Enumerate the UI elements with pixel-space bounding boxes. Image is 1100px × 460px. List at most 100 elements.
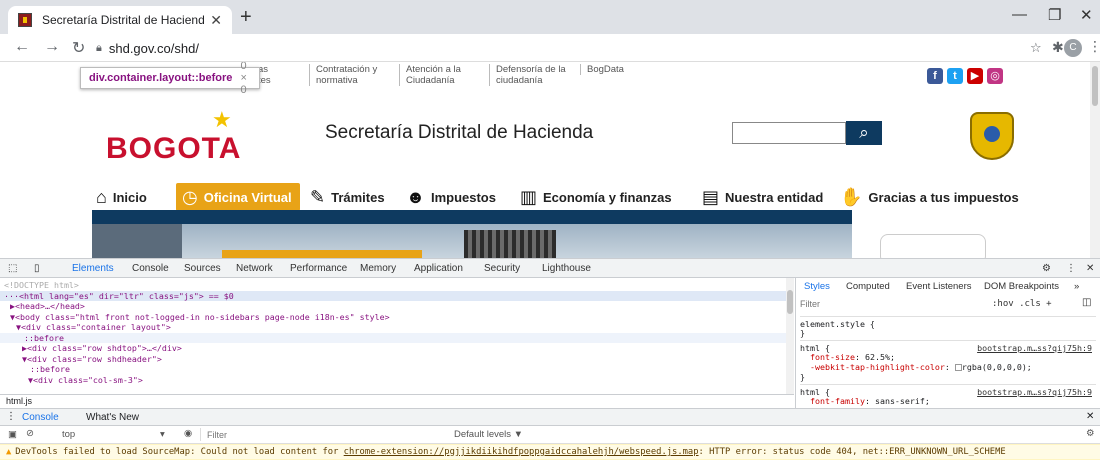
search-input[interactable] <box>732 122 846 144</box>
dom-line[interactable]: ▼<div class="row shdheader"> <box>0 354 786 365</box>
nav-gracias[interactable]: ✋ Gracias a tus impuestos <box>840 183 1019 211</box>
hero-banner[interactable] <box>92 210 852 258</box>
dom-line[interactable]: ▼<body class="html front not-logged-in n… <box>0 312 786 323</box>
sidebar-toggle-icon[interactable]: ▣ <box>8 429 17 440</box>
inspect-icon[interactable]: ⬚ <box>8 263 17 274</box>
nav-impuestos[interactable]: ☻ Impuestos <box>406 183 496 211</box>
window-close-icon[interactable]: ✕ <box>1080 6 1093 24</box>
drawer-tab-console[interactable]: Console <box>22 412 59 423</box>
instagram-icon[interactable]: ◎ <box>987 68 1003 84</box>
page-scrollbar[interactable] <box>1090 62 1100 258</box>
dom-line[interactable]: ▼<div class="container layout"> <box>0 322 786 333</box>
warning-link[interactable]: chrome-extension://pgjjikdiikihdfpoppgai… <box>344 447 699 457</box>
dom-line[interactable]: ▼<div class="col-sm-3"> <box>0 375 786 386</box>
eye-icon[interactable]: ◉ <box>184 428 192 439</box>
menu-icon[interactable]: ⋮ <box>1088 38 1100 55</box>
browser-tab[interactable]: Secretaría Distrital de Hacienda ✕ <box>8 6 232 34</box>
more-icon[interactable]: ⋮ <box>1066 263 1076 274</box>
tab-memory[interactable]: Memory <box>360 263 396 274</box>
more-tabs-button[interactable]: » <box>1074 281 1079 292</box>
side-widget[interactable] <box>880 234 986 258</box>
console-toolbar: ▣ ⊘ top ▾ ◉ Default levels ▼ ⚙ <box>0 426 1100 444</box>
elements-scrollbar[interactable] <box>786 278 794 394</box>
context-selector[interactable]: top <box>62 429 75 440</box>
reload-icon[interactable]: ↻ <box>72 38 85 58</box>
elements-scroll-thumb[interactable] <box>787 290 793 314</box>
console-filter-input[interactable] <box>200 428 440 441</box>
maximize-icon[interactable]: ❐ <box>1048 6 1061 24</box>
styles-filter-input[interactable] <box>800 297 980 311</box>
drawer-tab-whats-new[interactable]: What's New <box>86 412 139 423</box>
style-property[interactable]: font-size: 62.5%; <box>800 352 1096 362</box>
inspect-tooltip: div.container.layout::before 0 × 0 <box>80 62 260 96</box>
dom-line-hovered[interactable]: ::before <box>0 332 786 343</box>
tab-elements[interactable]: Elements <box>72 263 114 274</box>
tab-strip: Secretaría Distrital de Hacienda ✕ + — ❐… <box>0 0 1100 34</box>
device-toggle-icon[interactable]: ▯ <box>34 263 40 274</box>
log-levels-dropdown[interactable]: Default levels ▼ <box>454 429 523 440</box>
drawer-close-icon[interactable]: ✕ <box>1086 411 1094 422</box>
twitter-icon[interactable]: t <box>947 68 963 84</box>
nav-nuestra-entidad[interactable]: ▤ Nuestra entidad <box>702 183 823 211</box>
nav-oficina-virtual[interactable]: ◷ Oficina Virtual <box>176 183 300 211</box>
top-link-defensoria[interactable]: Defensoría de la ciudadanía <box>489 64 566 86</box>
file-icon: ▤ <box>702 186 720 207</box>
search-icon[interactable]: ⌕ <box>846 121 882 145</box>
new-tab-button[interactable]: + <box>240 6 252 28</box>
bogota-logo[interactable]: BOGOTA <box>106 132 241 166</box>
thumbs-up-icon: ✋ <box>840 186 863 207</box>
back-icon[interactable]: ← <box>14 38 30 56</box>
dom-breadcrumb[interactable]: html.js <box>0 394 794 408</box>
coat-of-arms-icon <box>970 112 1014 160</box>
star-icon[interactable]: ☆ <box>1030 40 1042 56</box>
tab-performance[interactable]: Performance <box>290 263 347 274</box>
nav-inicio[interactable]: ⌂ Inicio <box>96 183 147 211</box>
style-property[interactable]: -webkit-tap-highlight-color: rgba(0,0,0,… <box>800 362 1096 372</box>
style-property[interactable]: font-family: sans-serif; <box>800 396 1096 406</box>
console-settings-icon[interactable]: ⚙ <box>1086 428 1095 439</box>
top-link-contratacion[interactable]: Contratación y normativa <box>309 64 377 86</box>
minimize-icon[interactable]: — <box>1012 6 1027 23</box>
toggle-sidebar-icon[interactable]: ◫ <box>1082 297 1091 308</box>
nav-tramites[interactable]: ✎ Trámites <box>310 183 385 211</box>
dom-line[interactable]: ::before <box>0 364 786 375</box>
dom-line[interactable]: <!DOCTYPE html> <box>0 280 786 291</box>
color-swatch-icon[interactable] <box>954 364 962 371</box>
tab-network[interactable]: Network <box>236 263 273 274</box>
styles-filter-tools[interactable]: :hov .cls + <box>992 299 1052 309</box>
nav-economia[interactable]: ▥ Economía y finanzas <box>520 183 672 211</box>
settings-icon[interactable]: ⚙ <box>1042 263 1051 274</box>
lock-icon: 🔒︎ <box>96 41 102 54</box>
forward-icon[interactable]: → <box>44 38 60 56</box>
tab-lighthouse[interactable]: Lighthouse <box>542 263 591 274</box>
tab-application[interactable]: Application <box>414 263 463 274</box>
tab-event-listeners[interactable]: Event Listeners <box>906 281 971 292</box>
tab-dom-breakpoints[interactable]: DOM Breakpoints <box>984 281 1059 292</box>
url-text: shd.gov.co/shd/ <box>108 40 199 56</box>
devtools-close-icon[interactable]: ✕ <box>1086 263 1094 274</box>
tab-title: Secretaría Distrital de Hacienda <box>42 13 205 27</box>
extensions-icon[interactable]: ✱ <box>1052 39 1064 56</box>
tab-security[interactable]: Security <box>484 263 520 274</box>
console-warning: ▲ DevTools failed to load SourceMap: Coul… <box>0 444 1100 460</box>
dom-line[interactable]: ▶<head>…</head> <box>0 301 786 312</box>
tab-computed[interactable]: Computed <box>846 281 890 292</box>
page-scroll-thumb[interactable] <box>1092 66 1098 106</box>
tab-sources[interactable]: Sources <box>184 263 221 274</box>
clear-console-icon[interactable]: ⊘ <box>26 428 34 439</box>
top-link-bogdata[interactable]: BogData <box>580 64 624 75</box>
address-bar[interactable]: 🔒︎ shd.gov.co/shd/ <box>96 37 1006 59</box>
top-link-atencion[interactable]: Atención a la Ciudadanía <box>399 64 461 86</box>
facebook-icon[interactable]: f <box>927 68 943 84</box>
tab-close-button[interactable]: ✕ <box>210 12 222 29</box>
dom-line-selected[interactable]: ···<html lang="es" dir="ltr" class="js">… <box>0 290 786 301</box>
tab-console[interactable]: Console <box>132 263 169 274</box>
dom-line[interactable]: ▶<div class="row shdtop">…</div> <box>0 343 786 354</box>
drawer-menu-icon[interactable]: ⋮ <box>6 411 16 422</box>
tab-styles[interactable]: Styles <box>804 281 830 292</box>
youtube-icon[interactable]: ▶ <box>967 68 983 84</box>
chevron-down-icon[interactable]: ▾ <box>160 429 165 440</box>
avatar[interactable]: C <box>1064 39 1082 57</box>
drawer-tabbar: ⋮ Console What's New ✕ <box>0 408 1100 426</box>
banner-accent <box>222 250 422 258</box>
